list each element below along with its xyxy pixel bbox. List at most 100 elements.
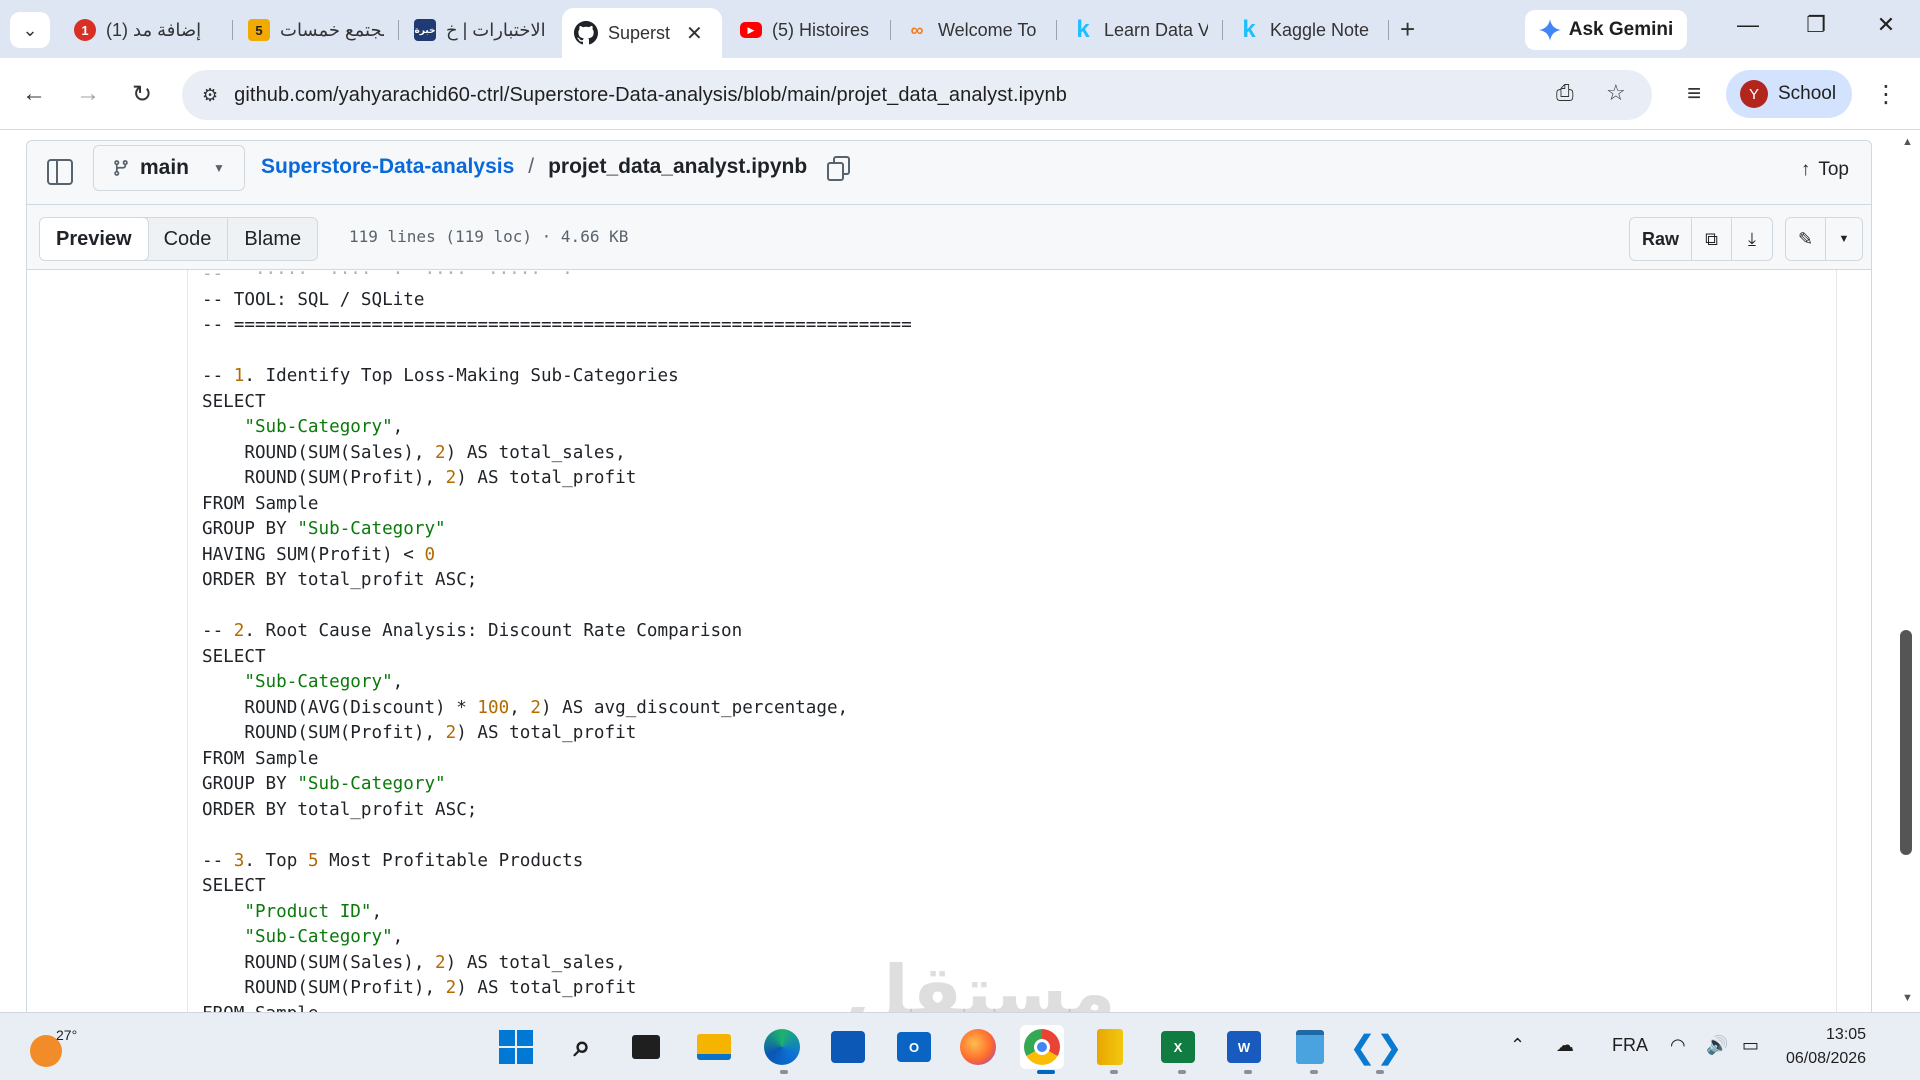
windows-taskbar: 27° ⌕ O X W ❮❯ ⌃ ☁ FRA ◠ 🔊 ▭ 13:05 06/08… [0, 1012, 1920, 1080]
minimize-icon[interactable]: — [1728, 12, 1768, 38]
wifi-icon[interactable]: ◠ [1670, 1035, 1686, 1056]
tab-separator [232, 20, 233, 40]
bookmark-star-icon[interactable]: ☆ [1606, 80, 1626, 106]
close-tab-icon[interactable]: ✕ [686, 21, 703, 46]
branch-selector[interactable]: main ▼ [93, 145, 245, 191]
avatar: Y [1740, 80, 1768, 108]
search-icon[interactable]: ⌕ [560, 1025, 604, 1069]
file-header: main ▼ Superstore-Data-analysis / projet… [26, 140, 1872, 204]
file-name: projet_data_analyst.ipynb [548, 155, 808, 178]
scroll-up-icon[interactable]: ▲ [1902, 136, 1913, 148]
caret-down-icon[interactable]: ▼ [1826, 218, 1862, 260]
store-icon[interactable] [826, 1025, 870, 1069]
khabra-icon: خبرة [414, 19, 436, 41]
tab-preview[interactable]: Preview [40, 218, 149, 260]
battery-icon[interactable]: ▭ [1742, 1035, 1759, 1056]
tab-search-button[interactable]: ⌄ [10, 12, 50, 48]
code-line: HAVING SUM(Profit) < 0 [202, 544, 436, 565]
weather-widget[interactable]: 27° [30, 1027, 77, 1067]
tab-separator [1056, 20, 1057, 40]
notepad-icon[interactable] [1288, 1025, 1332, 1069]
code-block: -- ····· ···· · ···· ····· · -- TOOL: SQ… [202, 270, 912, 1012]
url-text: github.com/yahyarachid60-ctrl/Superstore… [234, 83, 1067, 106]
media-controls-icon[interactable]: ≡ [1676, 76, 1712, 112]
chevron-up-icon[interactable]: ⌃ [1510, 1035, 1525, 1056]
system-clock[interactable]: 13:05 06/08/2026 [1786, 1023, 1866, 1071]
windows-start-icon[interactable] [494, 1025, 538, 1069]
breadcrumb: Superstore-Data-analysis / projet_data_a… [261, 155, 851, 181]
ask-gemini-button[interactable]: Ask Gemini [1525, 10, 1687, 50]
browser-tab[interactable]: خبرة الاختبارات | خ [402, 10, 562, 50]
browser-tab[interactable]: k Learn Data V [1060, 10, 1220, 50]
running-indicator [1110, 1070, 1118, 1074]
browser-tab[interactable]: 1 (1) إضافة مد [62, 10, 230, 50]
browser-tab[interactable]: k Kaggle Note [1226, 10, 1386, 50]
file-view-toolbar: Preview Code Blame 119 lines (119 loc) ·… [26, 204, 1872, 270]
code-line: -- 2. Root Cause Analysis: Discount Rate… [202, 621, 743, 641]
kaggle-icon: k [1242, 16, 1256, 43]
new-tab-button[interactable]: + [1400, 14, 1415, 45]
raw-actions: Raw ⧉ ⤓ [1629, 217, 1773, 261]
edge-icon[interactable] [760, 1025, 804, 1069]
outlook-icon[interactable]: O [892, 1025, 936, 1069]
code-line: SELECT [202, 876, 266, 896]
browser-tab-active[interactable]: Superst ✕ [562, 8, 722, 58]
code-line: "Sub-Category", [244, 672, 404, 692]
onedrive-icon[interactable]: ☁ [1556, 1035, 1574, 1056]
restore-icon[interactable]: ❐ [1796, 12, 1836, 38]
tab-code[interactable]: Code [148, 218, 229, 260]
tab-separator [1388, 20, 1389, 40]
back-arrow-icon[interactable]: ← [16, 76, 52, 112]
browser-toolbar: ← → ↻ ⚙ github.com/yahyarachid60-ctrl/Su… [0, 58, 1920, 130]
scroll-down-icon[interactable]: ▼ [1902, 992, 1913, 1004]
top-button[interactable]: ↑ Top [1801, 159, 1849, 181]
kebab-menu-icon[interactable]: ⋮ [1868, 76, 1904, 112]
code-line: ORDER BY total_profit ASC; [202, 570, 478, 590]
code-line: GROUP BY "Sub-Category" [202, 519, 446, 539]
scrollbar-thumb[interactable] [1900, 630, 1912, 855]
address-bar[interactable]: ⚙ github.com/yahyarachid60-ctrl/Supersto… [182, 70, 1652, 120]
sidebar-toggle-icon[interactable] [47, 159, 73, 185]
excel-icon[interactable]: X [1156, 1025, 1200, 1069]
code-line: "Product ID", [244, 901, 383, 922]
tab-blame[interactable]: Blame [228, 218, 317, 260]
view-switcher: Preview Code Blame [39, 217, 319, 261]
page-scrollbar[interactable]: ▲ ▼ [1896, 130, 1920, 1008]
close-window-icon[interactable]: ✕ [1866, 12, 1906, 38]
repo-link[interactable]: Superstore-Data-analysis [261, 155, 514, 179]
code-line: -- TOOL: SQL / SQLite [202, 289, 425, 310]
forward-arrow-icon[interactable]: → [70, 76, 106, 112]
copy-path-icon[interactable] [827, 156, 851, 181]
browser-tab[interactable]: ∞ Welcome To [894, 10, 1054, 50]
browser-tab[interactable]: ▶ (5) Histoires [728, 10, 888, 50]
pencil-icon[interactable]: ✎ [1786, 218, 1826, 260]
firefox-icon[interactable] [956, 1025, 1000, 1069]
file-explorer-icon[interactable] [692, 1025, 736, 1069]
code-line: ROUND(SUM(Sales), 2) AS total_sales, [202, 442, 626, 463]
code-line: ROUND(SUM(Profit), 2) AS total_profit [202, 723, 637, 743]
task-view-icon[interactable] [624, 1025, 668, 1069]
coursera-icon: ∞ [910, 19, 924, 40]
vscode-icon[interactable]: ❮❯ [1349, 1025, 1403, 1069]
edit-actions: ✎ ▼ [1785, 217, 1863, 261]
code-line: FROM Sample [202, 493, 319, 514]
kaggle-icon: k [1076, 16, 1090, 43]
site-info-icon[interactable]: ⚙ [202, 85, 218, 106]
word-icon[interactable]: W [1222, 1025, 1266, 1069]
download-icon[interactable]: ⤓ [1732, 218, 1772, 260]
tab-separator [890, 20, 891, 40]
raw-button[interactable]: Raw [1630, 218, 1692, 260]
chrome-icon[interactable] [1020, 1025, 1064, 1069]
reload-icon[interactable]: ↻ [124, 76, 160, 112]
code-line: SELECT [202, 646, 266, 667]
copy-raw-icon[interactable]: ⧉ [1692, 218, 1732, 260]
running-indicator-active [1037, 1070, 1055, 1074]
tab-separator [1222, 20, 1223, 40]
browser-tab[interactable]: 5 مجتمع خمسات [236, 10, 396, 50]
power-bi-icon[interactable] [1088, 1025, 1132, 1069]
profile-button[interactable]: Y School [1726, 70, 1852, 118]
language-indicator[interactable]: FRA [1612, 1035, 1648, 1056]
install-app-icon[interactable]: ⎙ [1556, 80, 1574, 106]
file-meta: 119 lines (119 loc) · 4.66 KB [349, 227, 629, 246]
volume-icon[interactable]: 🔊 [1706, 1035, 1728, 1056]
